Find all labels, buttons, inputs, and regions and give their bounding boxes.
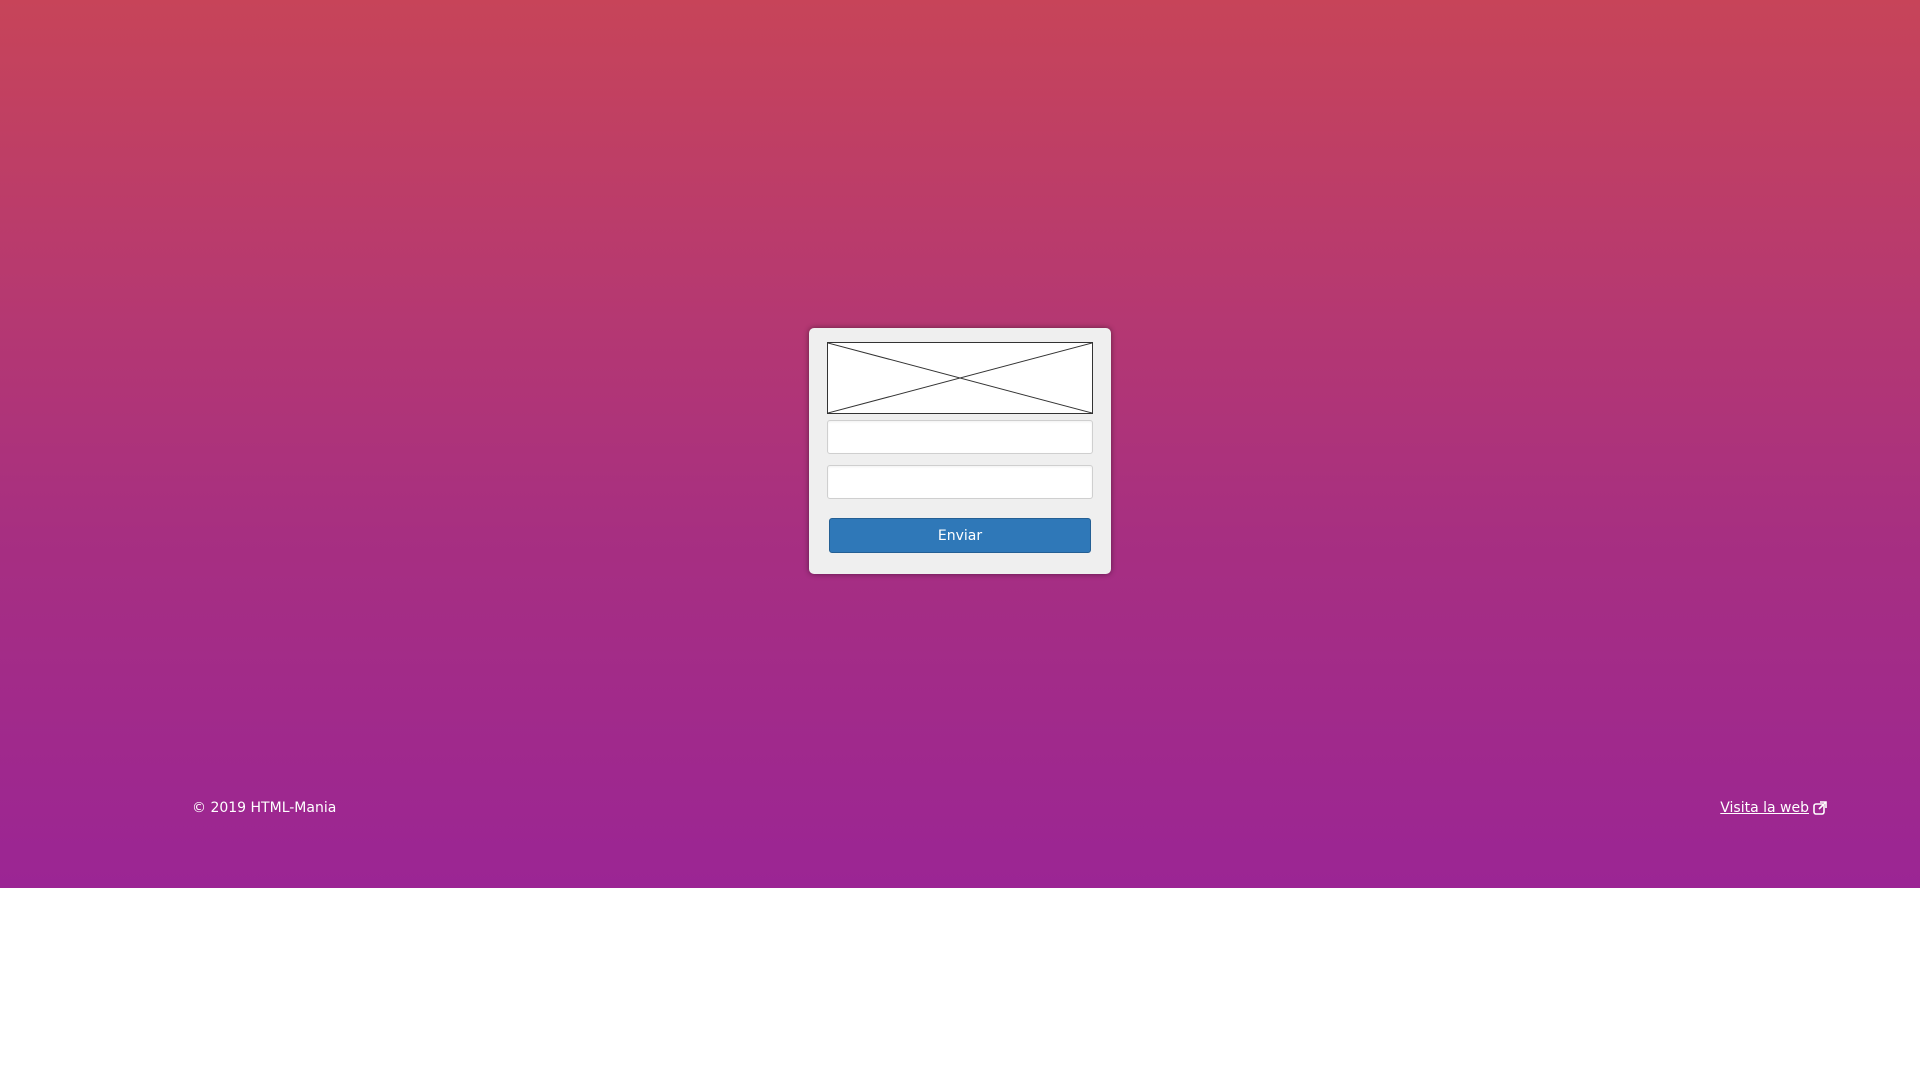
- hero-background: Enviar © 2019 HTML-Mania Visita la web: [0, 0, 1920, 888]
- username-field[interactable]: [827, 420, 1093, 454]
- logo-image-placeholder: [827, 342, 1093, 414]
- broken-image-icon: [828, 343, 1092, 413]
- login-card: Enviar: [809, 328, 1111, 574]
- submit-button[interactable]: Enviar: [829, 518, 1091, 553]
- visit-web-link[interactable]: Visita la web: [1720, 800, 1827, 816]
- visit-web-link-label: Visita la web: [1720, 800, 1809, 816]
- external-link-icon: [1813, 801, 1827, 815]
- password-field[interactable]: [827, 465, 1093, 499]
- copyright-text: © 2019 HTML-Mania: [192, 800, 337, 816]
